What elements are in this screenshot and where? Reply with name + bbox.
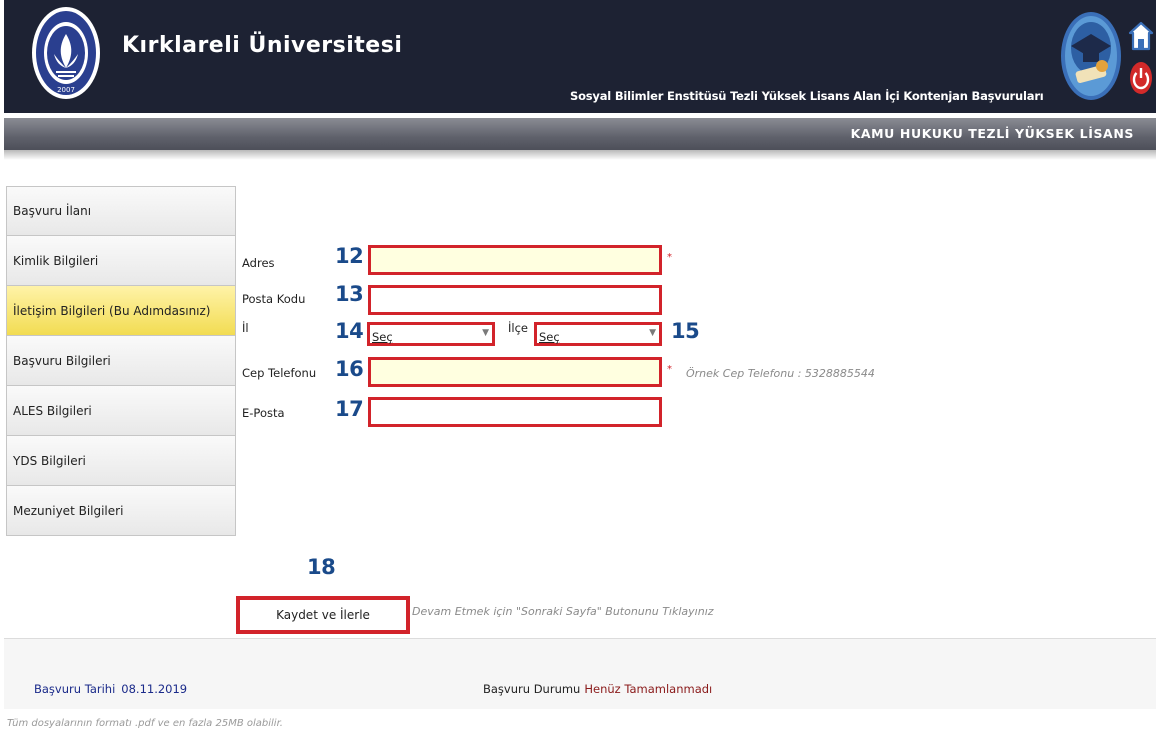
adres-input[interactable]: [368, 245, 662, 275]
sidebar-item-ales-bilgileri[interactable]: ALES Bilgileri: [6, 386, 236, 436]
ilce-label: İlçe: [508, 321, 528, 335]
application-date: Başvuru Tarihi 08.11.2019: [34, 682, 187, 696]
graduation-icon: [1060, 8, 1122, 103]
continue-hint: Devam Etmek için "Sonraki Sayfa" Butonun…: [412, 605, 714, 618]
program-name: KAMU HUKUKU TEZLİ YÜKSEK LİSANS: [850, 126, 1134, 141]
cep-telefonu-input[interactable]: [368, 357, 662, 387]
phone-hint: Örnek Cep Telefonu : 5328885544: [686, 367, 875, 380]
chevron-down-icon: ▼: [649, 328, 656, 338]
e-posta-label: E-Posta: [242, 406, 285, 420]
svg-text:2007: 2007: [57, 86, 75, 94]
application-status: Başvuru Durumu Henüz Tamamlanmadı: [483, 682, 712, 696]
application-date-value: 08.11.2019: [121, 682, 188, 696]
step-number-18: 18: [307, 555, 336, 579]
application-status-value: Henüz Tamamlanmadı: [584, 682, 713, 696]
university-logo: 2007: [30, 4, 102, 102]
save-and-continue-button[interactable]: Kaydet ve İlerle: [236, 596, 410, 634]
posta-kodu-input[interactable]: [368, 285, 662, 315]
page-header: 2007 Kırklareli Üniversitesi Sosyal Bili…: [4, 0, 1156, 113]
required-marker: *: [667, 364, 672, 375]
sidebar-item-iletisim-bilgileri[interactable]: İletişim Bilgileri (Bu Adımdasınız): [6, 286, 236, 336]
required-marker: *: [667, 252, 672, 263]
step-number-12: 12: [335, 244, 364, 268]
home-icon[interactable]: [1128, 20, 1154, 52]
application-status-label: Başvuru Durumu: [483, 682, 581, 696]
step-sidebar: Başvuru İlanı Kimlik Bilgileri İletişim …: [6, 186, 236, 536]
ilce-select[interactable]: Seç ▼: [534, 322, 662, 346]
step-number-13: 13: [335, 282, 364, 306]
sidebar-item-basvuru-ilani[interactable]: Başvuru İlanı: [6, 186, 236, 236]
application-date-label: Başvuru Tarihi: [34, 682, 116, 696]
sidebar-item-yds-bilgileri[interactable]: YDS Bilgileri: [6, 436, 236, 486]
il-label: İl: [242, 321, 249, 335]
step-number-17: 17: [335, 397, 364, 421]
file-format-note: Tüm dosyalarının formatı .pdf ve en fazl…: [7, 718, 283, 729]
cep-telefonu-label: Cep Telefonu: [242, 366, 317, 380]
posta-kodu-label: Posta Kodu: [242, 292, 306, 306]
program-bar: KAMU HUKUKU TEZLİ YÜKSEK LİSANS: [4, 118, 1156, 160]
power-icon[interactable]: [1129, 60, 1153, 96]
sidebar-item-mezuniyet-bilgileri[interactable]: Mezuniyet Bilgileri: [6, 486, 236, 536]
il-select[interactable]: Seç ▼: [367, 322, 495, 346]
chevron-down-icon: ▼: [482, 328, 489, 338]
university-name: Kırklareli Üniversitesi: [122, 33, 403, 58]
sidebar-item-kimlik-bilgileri[interactable]: Kimlik Bilgileri: [6, 236, 236, 286]
adres-label: Adres: [242, 256, 275, 270]
e-posta-input[interactable]: [368, 397, 662, 427]
sidebar-item-basvuru-bilgileri[interactable]: Başvuru Bilgileri: [6, 336, 236, 386]
step-number-16: 16: [335, 357, 364, 381]
application-title: Sosyal Bilimler Enstitüsü Tezli Yüksek L…: [570, 89, 1044, 103]
il-selected-value: Seç: [372, 330, 393, 344]
step-number-15: 15: [671, 319, 700, 343]
step-number-14: 14: [335, 319, 364, 343]
ilce-selected-value: Seç: [539, 330, 560, 344]
application-footer: Başvuru Tarihi 08.11.2019 Başvuru Durumu H…: [4, 638, 1156, 709]
